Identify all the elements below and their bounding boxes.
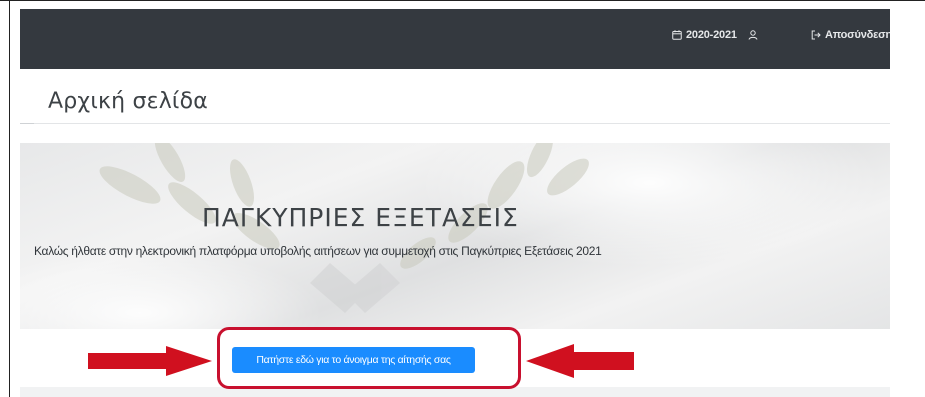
screenshot-frame: 2020-2021 Αποσύνδεση Αρχική σελίδα ΠΑΓΚΥ… (0, 0, 925, 397)
hero-heading: ΠΑΓΚΥΠΡΙΕΣ ΕΞΕΤΑΣΕΙΣ (202, 203, 519, 232)
title-divider-accent (20, 123, 34, 124)
top-navbar: 2020-2021 Αποσύνδεση (20, 9, 890, 69)
annotation-highlight-box (217, 327, 521, 389)
hero-banner: ΠΑΓΚΥΠΡΙΕΣ ΕΞΕΤΑΣΕΙΣ Καλώς ήλθατε στην η… (20, 143, 890, 329)
frame-left-border (9, 1, 10, 397)
logout-link[interactable]: Αποσύνδεση (811, 27, 890, 43)
academic-year-label: 2020-2021 (686, 29, 737, 41)
title-divider (34, 123, 890, 124)
annotation-arrow-right-icon (88, 346, 212, 376)
annotation-arrow-left-icon (526, 344, 634, 378)
user-menu[interactable] (748, 27, 762, 43)
academic-year-selector[interactable]: 2020-2021 (672, 27, 737, 43)
calendar-icon (672, 30, 682, 40)
app-page: 2020-2021 Αποσύνδεση Αρχική σελίδα ΠΑΓΚΥ… (20, 9, 890, 397)
user-icon (748, 30, 758, 40)
welcome-text: Καλώς ήλθατε στην ηλεκτρονική πλατφόρμα … (34, 244, 602, 258)
page-title: Αρχική σελίδα (48, 89, 208, 114)
laurel-wreath-watermark (99, 143, 589, 313)
logout-label: Αποσύνδεση (825, 29, 890, 41)
logout-icon (811, 30, 821, 40)
